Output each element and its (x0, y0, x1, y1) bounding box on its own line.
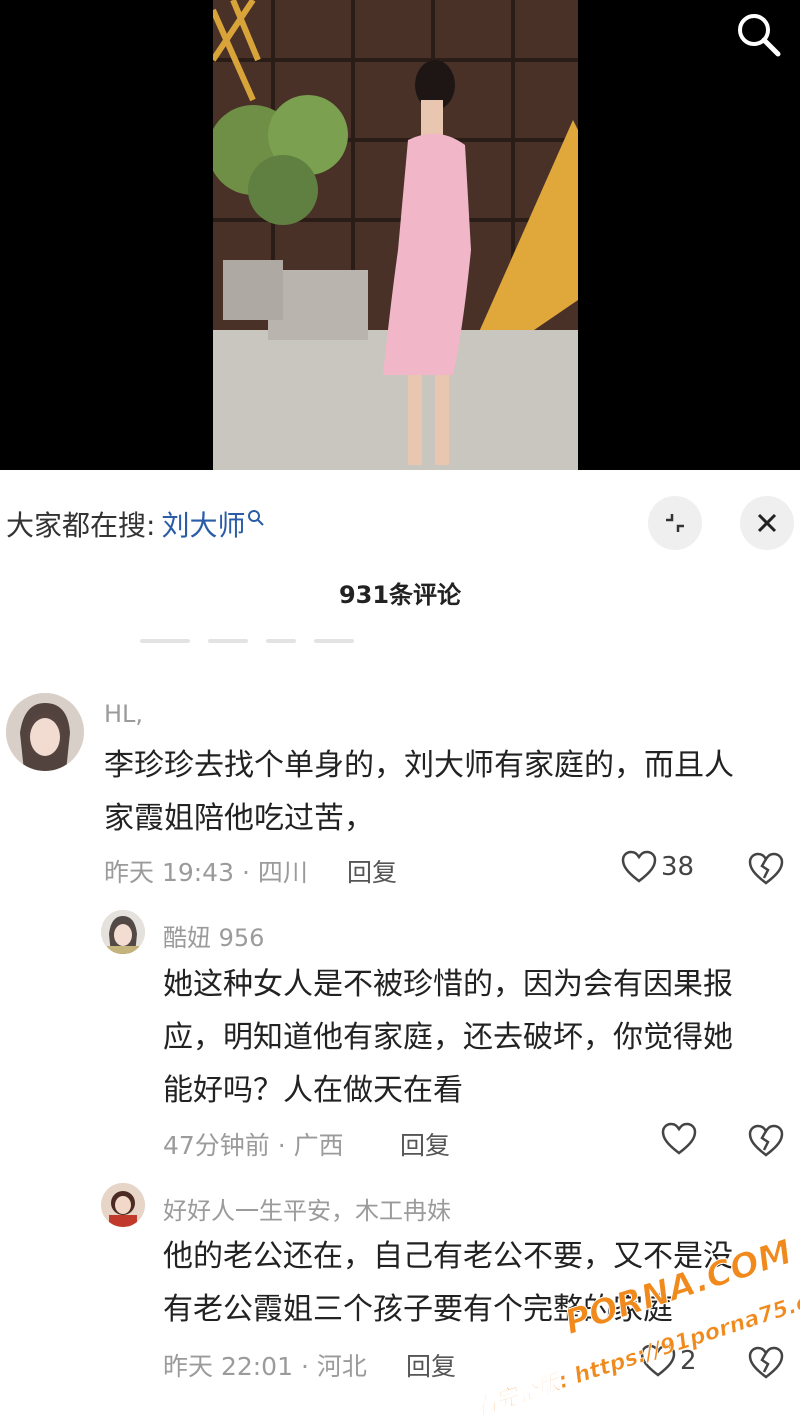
heart-icon (661, 1122, 697, 1155)
comment-count-title: 931条评论 (338, 581, 462, 609)
comment-text: 她这种女人是不被珍惜的，因为会有因果报 应，明知道他有家庭，还去破坏，你觉得她 … (163, 967, 733, 1108)
avatar[interactable] (6, 693, 84, 771)
reply-button[interactable]: 回复 (406, 1347, 456, 1383)
minimize-button[interactable] (648, 496, 702, 550)
comment-username[interactable]: HL, (104, 700, 143, 728)
avatar[interactable] (101, 1183, 145, 1227)
close-button[interactable] (740, 496, 794, 550)
video-scene (213, 0, 578, 470)
like-button[interactable] (661, 1122, 701, 1156)
search-icon (738, 14, 781, 57)
comment-username[interactable]: 好好人一生平安，木工冉妹 (163, 1191, 451, 1226)
reply-button[interactable]: 回复 (347, 853, 397, 889)
minimize-icon (666, 514, 684, 532)
reply-button[interactable]: 回复 (400, 1126, 450, 1162)
search-suggestion-term[interactable]: 刘大师 (161, 504, 245, 544)
broken-heart-icon (748, 1124, 784, 1157)
search-suggestion[interactable]: 大家都在搜: 刘大师 (6, 500, 265, 548)
comment-meta: 昨天 22:01 · 河北 (163, 1352, 367, 1381)
video-player[interactable] (0, 0, 800, 470)
comment-meta: 47分钟前 · 广西 (163, 1131, 344, 1160)
like-count: 38 (661, 852, 695, 882)
comment-text: 李珍珍去找个单身的，刘大师有家庭的，而且人 家霞姐陪他吃过苦， (104, 748, 734, 836)
heart-icon (621, 850, 657, 883)
video-frame (213, 0, 578, 470)
comment-username[interactable]: 酷妞 956 (163, 918, 264, 953)
search-small-icon (248, 510, 265, 526)
dislike-button[interactable] (748, 1124, 784, 1162)
dislike-button[interactable] (748, 852, 784, 890)
like-button[interactable]: 38 (621, 850, 694, 884)
broken-heart-icon (748, 1346, 784, 1379)
faded-divider (140, 630, 390, 643)
close-icon (757, 513, 777, 533)
dislike-button[interactable] (748, 1346, 784, 1384)
broken-heart-icon (748, 852, 784, 885)
search-button[interactable] (730, 6, 786, 62)
comment-meta: 昨天 19:43 · 四川 (104, 858, 308, 887)
avatar[interactable] (101, 910, 145, 954)
search-suggestion-prefix: 大家都在搜: (6, 509, 156, 542)
